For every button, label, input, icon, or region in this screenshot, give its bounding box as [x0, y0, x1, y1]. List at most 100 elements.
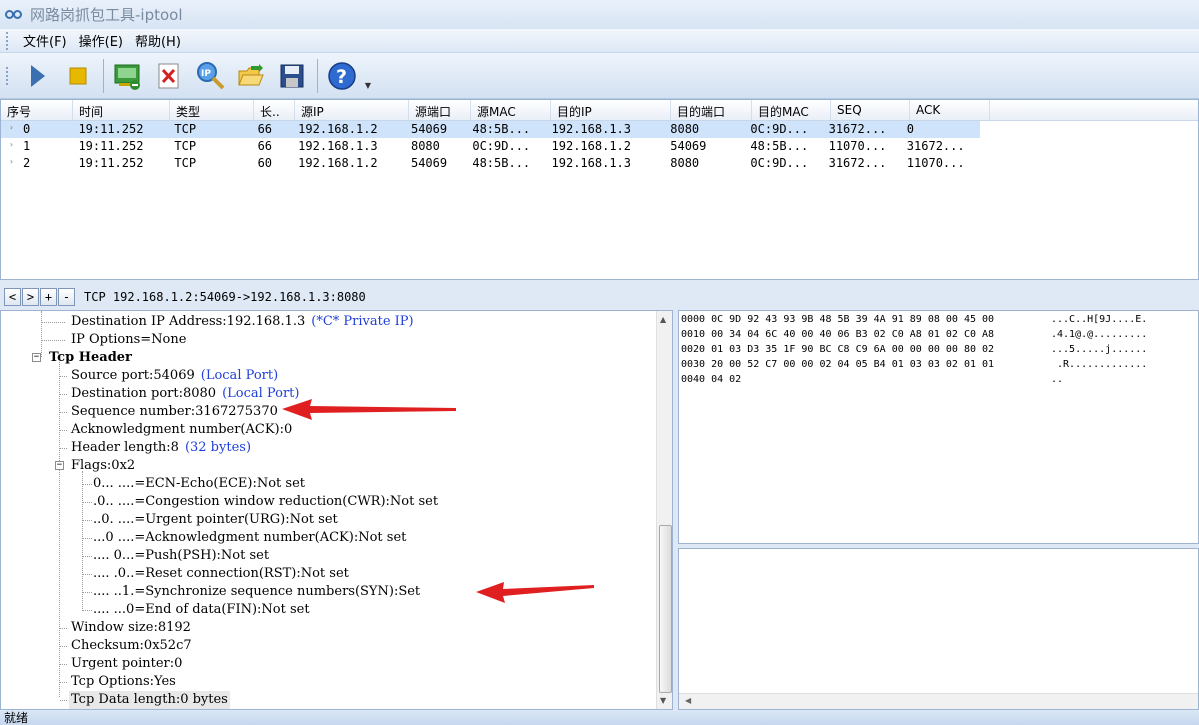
collapse-all-button[interactable]: -: [58, 287, 75, 306]
tree-node-tcp-header[interactable]: Tcp Header: [49, 349, 132, 367]
cell-dst-mac: 48:5B...: [750, 139, 809, 153]
tree-node-flag-rst[interactable]: .... .0..=Reset connection(RST):Not set: [93, 565, 349, 583]
help-button[interactable]: ?: [322, 56, 362, 96]
tree-node-urgent-pointer[interactable]: Urgent pointer:0: [71, 655, 182, 673]
save-icon: [280, 64, 304, 87]
next-packet-button[interactable]: >: [22, 287, 39, 306]
tree-guide: [42, 322, 65, 323]
tree-node-ip-options[interactable]: IP Options=None: [71, 331, 186, 349]
tree-node-flag-syn[interactable]: .... ..1.=Synchronize sequence numbers(S…: [93, 583, 420, 601]
tree-node-data-length[interactable]: Tcp Data length:0 bytes: [69, 691, 230, 709]
cell-src-mac: 48:5B...: [472, 156, 531, 170]
clear-button[interactable]: [149, 56, 189, 96]
tree-guide: [83, 484, 92, 485]
hex-ascii-line: ...5.....j......: [1051, 344, 1148, 355]
cell-dst-port: 8080: [670, 122, 700, 136]
tree-guide: [60, 664, 67, 665]
collapse-tcp-header-icon[interactable]: −: [32, 353, 41, 362]
tree-guide: [60, 394, 67, 395]
cell-dst-port: 54069: [670, 139, 707, 153]
expand-all-button[interactable]: +: [40, 287, 57, 306]
cell-src-mac: 48:5B...: [472, 122, 531, 136]
save-button[interactable]: [272, 56, 312, 96]
column-header-dst-ip[interactable]: 目的IP: [551, 100, 671, 120]
menu-operate[interactable]: 操作(E): [73, 29, 129, 52]
tree-node-checksum[interactable]: Checksum:0x52c7: [71, 637, 192, 655]
cell-dst-port: 8080: [670, 156, 700, 170]
row-cells: 2 19:11.252 TCP 60 192.168.1.2 54069 48:5B... 1…: [1, 155, 980, 172]
tree-node-flag-cwr[interactable]: .0.. ....=Congestion window reduction(CW…: [93, 493, 438, 511]
packet-detail-tree[interactable]: Destination IP Address:192.168.1.3 (*C* P…: [0, 310, 673, 710]
tree-node-window-size[interactable]: Window size:8192: [71, 619, 191, 637]
prev-packet-button[interactable]: <: [4, 287, 21, 306]
tree-node-dst-port[interactable]: Destination port:8080 (Local Port): [71, 385, 299, 403]
column-header-dst-mac[interactable]: 目的MAC: [752, 100, 831, 120]
start-capture-button[interactable]: [17, 56, 57, 96]
cell-dst-ip: 192.168.1.3: [551, 156, 631, 170]
window-title: 网路岗抓包工具-iptool: [30, 6, 183, 24]
tree-guide: [60, 376, 67, 377]
collapse-flags-icon[interactable]: −: [55, 461, 64, 470]
cell-dst-mac: 0C:9D...: [750, 156, 809, 170]
tree-node-flag-fin[interactable]: .... ...0=End of data(FIN):Not set: [93, 601, 310, 619]
scroll-down-icon[interactable]: ▼: [660, 696, 666, 705]
cell-ack: 31672...: [906, 139, 965, 153]
scroll-left-icon[interactable]: ◀: [685, 696, 691, 705]
dst-ip-note: (*C* Private IP): [311, 314, 414, 329]
network-adapter-button[interactable]: [108, 56, 148, 96]
column-header-time[interactable]: 时间: [73, 100, 170, 120]
dst-ip-text: Destination IP Address:192.168.1.3: [71, 314, 306, 329]
scroll-up-icon[interactable]: ▲: [660, 315, 666, 324]
cell-ack: 0: [906, 122, 915, 136]
menu-help[interactable]: 帮助(H): [129, 29, 187, 52]
horizontal-scrollbar[interactable]: ◀: [679, 693, 1198, 709]
tree-scrollbar[interactable]: ▲ ▼: [656, 311, 672, 709]
hex-dump-pane[interactable]: 0000 0C 9D 92 43 93 9B 48 5B 39 4A 91 89…: [678, 310, 1199, 544]
hex-ascii-line: ..: [1051, 374, 1064, 385]
title-bar: 网路岗抓包工具-iptool: [0, 0, 1199, 29]
column-header-index[interactable]: 序号: [1, 100, 73, 120]
tree-node-flag-psh[interactable]: .... 0...=Push(PSH):Not set: [93, 547, 269, 565]
dst-port-note: (Local Port): [222, 386, 300, 401]
column-header-ack[interactable]: ACK: [910, 100, 990, 120]
cell-seq: 11070...: [828, 139, 887, 153]
toolbar-overflow-icon[interactable]: ▼: [363, 56, 373, 96]
tree-node-seq[interactable]: Sequence number:3167275370: [71, 403, 278, 421]
tree-guide: [60, 682, 67, 683]
hex-line: 0020 01 03 D3 35 1F 90 BC C8 C9 6A 00 00…: [681, 344, 995, 355]
tree-node-tcp-options[interactable]: Tcp Options:Yes: [71, 673, 176, 691]
cell-src-port: 54069: [410, 156, 448, 170]
column-header-src-mac[interactable]: 源MAC: [471, 100, 551, 120]
ip-filter-button[interactable]: IP: [190, 56, 230, 96]
table-row[interactable]: › 1 19:11.252 TCP 66 192.168.1.3 8080 0C:9D... 1…: [1, 138, 1198, 155]
cell-ack: 11070...: [906, 156, 965, 170]
tree-node-flag-urg[interactable]: ..0. ....=Urgent pointer(URG):Not set: [93, 511, 338, 529]
table-row[interactable]: › 0 19:11.252 TCP 66 192.168.1.2 54069 48:5B...…: [1, 121, 1198, 138]
tree-node-ack[interactable]: Acknowledgment number(ACK):0: [71, 421, 292, 439]
tree-node-flag-ack[interactable]: ...0 ....=Acknowledgment number(ACK):Not…: [93, 529, 406, 547]
open-file-button[interactable]: [231, 56, 271, 96]
data-text-pane[interactable]: ◀: [678, 548, 1199, 710]
tree-node-flags[interactable]: Flags:0x2: [71, 457, 135, 475]
toolbar-separator: [103, 58, 104, 93]
tree-node-dst-ip[interactable]: Destination IP Address:192.168.1.3 (*C* P…: [71, 313, 414, 331]
column-header-dst-port[interactable]: 目的端口: [671, 100, 752, 120]
tree-guide: [42, 340, 65, 341]
tree-node-flag-ece[interactable]: 0... ....=ECN-Echo(ECE):Not set: [93, 475, 305, 493]
column-header-type[interactable]: 类型: [170, 100, 254, 120]
column-header-seq[interactable]: SEQ: [831, 100, 910, 120]
cell-type: TCP: [174, 139, 197, 153]
hex-line: 0000 0C 9D 92 43 93 9B 48 5B 39 4A 91 89…: [681, 314, 995, 325]
column-header-length[interactable]: 长..: [254, 100, 295, 120]
hex-ascii-line: ...C..H[9J....E.: [1051, 314, 1148, 325]
stop-capture-button[interactable]: [58, 56, 98, 96]
column-header-src-ip[interactable]: 源IP: [295, 100, 409, 120]
tree-node-src-port[interactable]: Source port:54069 (Local Port): [71, 367, 278, 385]
packet-list-rows: › 0 19:11.252 TCP 66 192.168.1.2 54069 48:5B...…: [1, 121, 1198, 172]
tree-node-header-length[interactable]: Header length:8 (32 bytes): [71, 439, 251, 457]
column-header-src-port[interactable]: 源端口: [409, 100, 471, 120]
menu-file[interactable]: 文件(F): [17, 29, 73, 52]
scroll-thumb[interactable]: [659, 525, 672, 693]
cell-src-port: 54069: [410, 122, 448, 136]
table-row[interactable]: › 2 19:11.252 TCP 60 192.168.1.2 54069 48:5B...…: [1, 155, 1198, 172]
